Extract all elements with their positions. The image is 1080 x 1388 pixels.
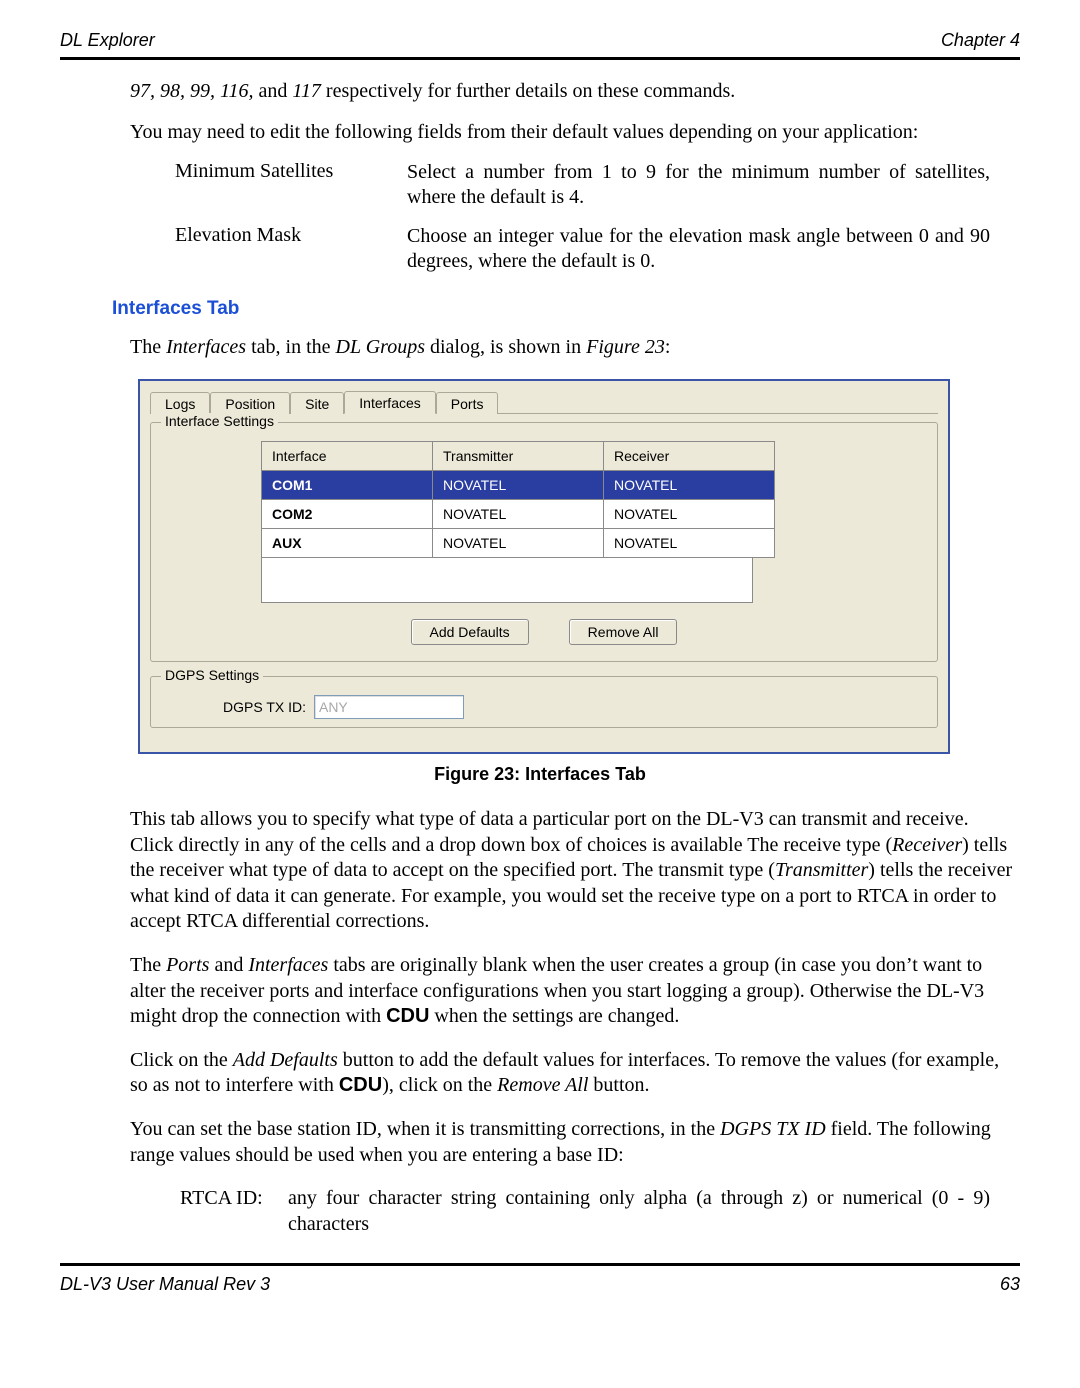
field-label: Elevation Mask	[175, 224, 407, 274]
group-legend: DGPS Settings	[161, 667, 263, 683]
cell-receiver[interactable]: NOVATEL	[604, 471, 775, 500]
section-intro: The Interfaces tab, in the DL Groups dia…	[60, 334, 1020, 361]
rtca-body: any four character string containing onl…	[288, 1186, 1020, 1237]
tab-position[interactable]: Position	[210, 392, 290, 414]
intro-line-2: You may need to edit the following field…	[60, 119, 1020, 146]
col-receiver: Receiver	[604, 442, 775, 471]
rtca-def: RTCA ID: any four character string conta…	[180, 1186, 1020, 1237]
dgps-txid-input[interactable]	[314, 695, 464, 719]
cell-interface[interactable]: COM1	[262, 471, 433, 500]
cell-receiver[interactable]: NOVATEL	[604, 529, 775, 558]
table-row[interactable]: COM1 NOVATEL NOVATEL	[262, 471, 775, 500]
header-right: Chapter 4	[941, 30, 1020, 51]
footer-rule	[60, 1263, 1020, 1266]
paragraph-2: The Ports and Interfaces tabs are origin…	[60, 953, 1020, 1030]
page-footer: DL-V3 User Manual Rev 3 63	[60, 1270, 1020, 1295]
interface-table[interactable]: Interface Transmitter Receiver COM1 NOVA…	[261, 441, 775, 558]
tab-interfaces[interactable]: Interfaces	[344, 391, 435, 414]
figure-caption: Figure 23: Interfaces Tab	[60, 764, 1020, 785]
field-desc: Select a number from 1 to 9 for the mini…	[407, 160, 1020, 210]
dgps-txid-label: DGPS TX ID:	[223, 699, 306, 715]
interfaces-dialog: Logs Position Site Interfaces Ports Inte…	[138, 379, 950, 754]
page-number: 63	[1000, 1274, 1020, 1295]
paragraph-1: This tab allows you to specify what type…	[60, 807, 1020, 935]
paragraph-4: You can set the base station ID, when it…	[60, 1117, 1020, 1168]
table-row[interactable]: COM2 NOVATEL NOVATEL	[262, 500, 775, 529]
footer-left: DL-V3 User Manual Rev 3	[60, 1274, 270, 1295]
cell-interface[interactable]: COM2	[262, 500, 433, 529]
group-dgps-settings: DGPS Settings DGPS TX ID:	[150, 676, 938, 728]
col-interface: Interface	[262, 442, 433, 471]
rtca-label: RTCA ID:	[180, 1186, 288, 1237]
cell-transmitter[interactable]: NOVATEL	[433, 471, 604, 500]
field-min-sats: Minimum Satellites Select a number from …	[60, 160, 1020, 210]
remove-all-button[interactable]: Remove All	[569, 619, 678, 645]
table-header-row: Interface Transmitter Receiver	[262, 442, 775, 471]
tab-site[interactable]: Site	[290, 392, 344, 414]
table-empty-area	[261, 558, 753, 603]
paragraph-3: Click on the Add Defaults button to add …	[60, 1048, 1020, 1099]
field-label: Minimum Satellites	[175, 160, 407, 210]
tab-ports[interactable]: Ports	[436, 392, 499, 414]
cell-interface[interactable]: AUX	[262, 529, 433, 558]
header-left: DL Explorer	[60, 30, 155, 51]
field-elev-mask: Elevation Mask Choose an integer value f…	[60, 224, 1020, 274]
tab-logs[interactable]: Logs	[150, 392, 210, 414]
add-defaults-button[interactable]: Add Defaults	[411, 619, 529, 645]
cell-transmitter[interactable]: NOVATEL	[433, 500, 604, 529]
group-legend: Interface Settings	[161, 413, 278, 429]
intro-line-1: 97, 98, 99, 116, and 117 respectively fo…	[60, 78, 1020, 105]
section-heading-interfaces: Interfaces Tab	[112, 298, 1020, 320]
page-header: DL Explorer Chapter 4	[60, 30, 1020, 57]
header-rule	[60, 57, 1020, 60]
cell-receiver[interactable]: NOVATEL	[604, 500, 775, 529]
field-desc: Choose an integer value for the elevatio…	[407, 224, 1020, 274]
col-transmitter: Transmitter	[433, 442, 604, 471]
tab-bar: Logs Position Site Interfaces Ports	[150, 389, 938, 414]
table-row[interactable]: AUX NOVATEL NOVATEL	[262, 529, 775, 558]
cell-transmitter[interactable]: NOVATEL	[433, 529, 604, 558]
group-interface-settings: Interface Settings Interface Transmitter…	[150, 422, 938, 662]
